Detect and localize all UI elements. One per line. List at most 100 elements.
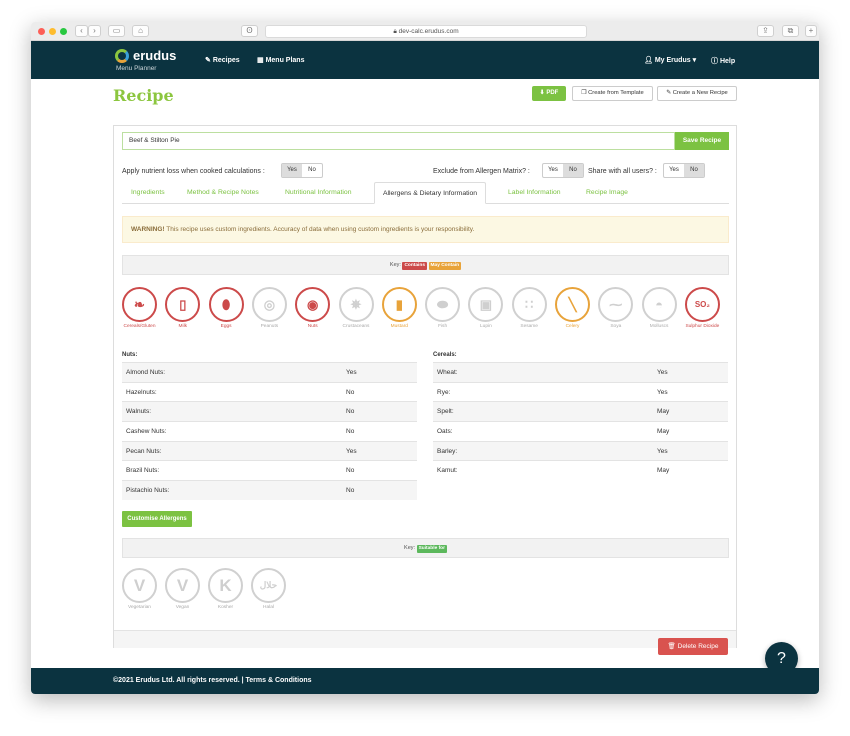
page-content: Recipe ⬇ PDF ❐ Create from Template ✎ Cr… [31,79,819,656]
diet-name: Kosher [217,605,234,610]
tab-recipe-image[interactable]: Recipe Image [586,182,628,204]
key-label: Key: [404,545,416,551]
customise-allergens-button[interactable]: Customise Allergens [122,511,192,527]
nav-help[interactable]: ⓘ Help [711,56,735,66]
share-label: Share with all users? : [588,168,657,175]
allergen-mollusc: ◓ Molluscs [641,287,677,330]
share-toggle[interactable]: Yes No [663,163,705,178]
row-value: No [346,408,355,416]
extension-icon[interactable]: ʘ [241,25,258,37]
new-tab-icon[interactable]: + [805,25,817,37]
share-icon[interactable]: ⇪ [757,25,774,37]
wheat-icon: ❧ [122,287,157,322]
maximize-window-button[interactable] [60,28,67,35]
table-row: Spelt: May [433,401,728,422]
create-from-template-button[interactable]: ❐ Create from Template [572,86,653,101]
delete-recipe-button[interactable]: 🗑︎ Delete Recipe [658,638,728,655]
tab-nutritional[interactable]: Nutritional Information [285,182,352,204]
sidebar-icon[interactable]: ▭ [108,25,125,37]
create-from-template-label: Create from Template [588,90,644,96]
table-row: Walnuts: No [122,401,417,422]
panel-footer [114,630,736,648]
nav-menu-plans[interactable]: ▦ Menu Plans [257,56,304,64]
row-label: Hazelnuts: [126,388,157,396]
create-new-recipe-button[interactable]: ✎ Create a New Recipe [657,86,737,101]
exclude-matrix-yes[interactable]: Yes [543,164,563,177]
recipe-name-input[interactable]: Beef & Stilton Pie [122,132,675,150]
tab-allergens[interactable]: Allergens & Dietary Information [374,182,487,204]
allergen-mustard: ▮ Mustard [381,287,417,330]
nuts-heading: Nuts: [122,352,138,358]
row-value: No [346,428,355,436]
tab-ingredients[interactable]: Ingredients [131,182,165,204]
diet-vegan: V Vegan [165,568,200,610]
kosher-icon: K [208,568,243,603]
exclude-matrix-no[interactable]: No [563,164,583,177]
row-label: Pistachio Nuts: [126,487,170,495]
dietary-icons: V Vegetarian V Vegan K Kosher حلال Halal [122,568,322,618]
minimize-window-button[interactable] [49,28,56,35]
table-row: Almond Nuts: Yes [122,362,417,382]
share-no[interactable]: No [684,164,704,177]
copyright-text: ©2021 Erudus Ltd. All rights reserved. [113,677,240,684]
halal-icon: حلال [251,568,286,603]
milk-icon: ▯ [165,287,201,322]
row-value: No [346,487,355,495]
mollusc-icon: ◓ [641,287,677,322]
diet-name: Vegetarian [128,605,151,610]
address-bar[interactable]: 🔒︎ dev-calc.erudus.com [265,25,587,38]
allergen-name: Sesame [520,324,538,329]
crab-icon: ✵ [338,287,374,322]
account-menu[interactable]: 👤︎ My Erudus ▾ [644,56,696,64]
logo-icon [115,49,129,63]
row-label: Rye: [437,388,451,396]
tab-label-information[interactable]: Label Information [508,182,561,204]
dietary-key: Key: Suitable for [122,538,729,558]
cereals-table: Wheat: Yes Rye: Yes Spelt: May Oats: May Barley:… [433,362,728,480]
nav-recipes[interactable]: ✎ Recipes [205,56,240,64]
tabs-icon[interactable]: ⧉ [782,25,799,37]
egg-icon: ⬮ [208,287,244,322]
tab-method[interactable]: Method & Recipe Notes [187,182,259,204]
diet-vegetarian: V Vegetarian [122,568,157,610]
row-label: Walnuts: [126,408,152,416]
nutrient-loss-toggle[interactable]: Yes No [281,163,323,178]
caret-down-icon: ▾ [692,57,697,64]
fish-icon: ⬬ [425,287,461,322]
save-recipe-button[interactable]: Save Recipe [675,132,729,150]
allergen-fish: ⬬ Fish [425,287,461,330]
table-row: Wheat: Yes [433,362,728,382]
row-value: Yes [657,447,668,455]
allergen-celery: ╲ Celery [555,287,590,330]
mustard-icon: ▮ [381,287,417,322]
delete-recipe-label: Delete Recipe [677,643,719,650]
nutrient-loss-yes[interactable]: Yes [282,164,302,177]
recipe-tabs: Ingredients Method & Recipe Notes Nutrit… [122,182,729,204]
exclude-matrix-toggle[interactable]: Yes No [542,163,584,178]
row-value: May [657,408,670,416]
edit-icon: ✎ [205,57,211,64]
download-icon: ⬇ [539,90,545,96]
allergen-name: Crustaceans [342,324,370,329]
nutrient-loss-no[interactable]: No [302,164,322,177]
lock-icon: 🔒︎ [393,28,397,35]
allergen-name: Mustard [390,324,408,329]
close-window-button[interactable] [38,28,45,35]
terms-link[interactable]: Terms & Conditions [246,677,312,684]
row-value: Yes [346,369,357,376]
table-row: Brazil Nuts: No [122,460,417,480]
row-label: Oats: [437,428,453,436]
key-label: Key: [389,262,401,268]
home-icon[interactable]: ⌂ [132,25,149,37]
nav-menu-plans-label: Menu Plans [265,57,305,64]
allergen-name: Nuts [307,324,318,329]
browser-toolbar: ‹ › ▭ ⌂ ʘ 🔒︎ dev-calc.erudus.com ⇪ ⧉ + [31,22,819,41]
pdf-button[interactable]: ⬇ PDF [532,86,566,101]
forward-icon[interactable]: › [88,25,101,37]
back-icon[interactable]: ‹ [75,25,88,37]
page-title: Recipe [113,86,174,105]
row-value: Yes [657,388,668,396]
share-yes[interactable]: Yes [664,164,684,177]
table-row: Oats: May [433,421,728,441]
allergen-key: Key: Contains May Contain [122,255,729,275]
